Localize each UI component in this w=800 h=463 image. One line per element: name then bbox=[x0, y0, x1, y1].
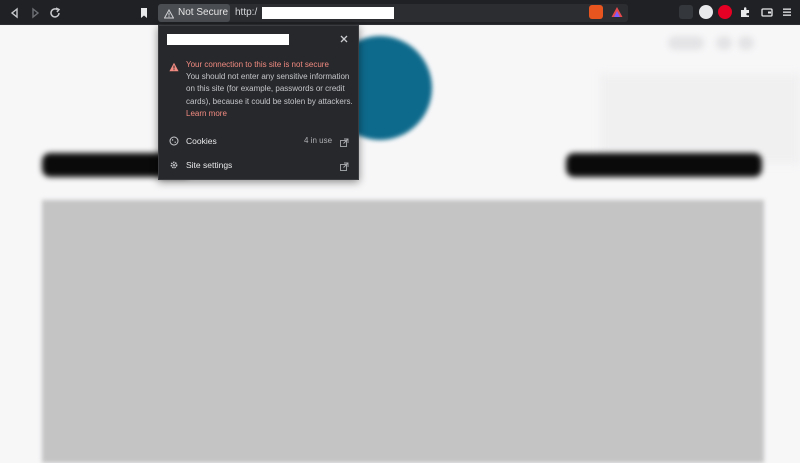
page-content bbox=[0, 26, 800, 463]
cookies-count: 4 in use bbox=[304, 136, 333, 145]
bookmark-icon[interactable] bbox=[137, 6, 151, 20]
security-chip[interactable]: Not Secure bbox=[158, 4, 230, 22]
screen-capture-icon[interactable] bbox=[679, 5, 693, 19]
blurred-header-element bbox=[668, 36, 704, 50]
url-text: http:/ bbox=[235, 7, 258, 18]
pinterest-icon[interactable] bbox=[718, 5, 732, 19]
reload-icon[interactable] bbox=[48, 6, 62, 20]
connection-warning-body: You should not enter any sensitive infor… bbox=[186, 71, 354, 120]
blurred-content-block bbox=[42, 200, 764, 463]
grammarly-icon[interactable] bbox=[699, 5, 713, 19]
blurred-header-element bbox=[716, 36, 732, 50]
extensions-puzzle-icon[interactable] bbox=[738, 5, 752, 19]
gear-icon bbox=[169, 160, 179, 170]
back-icon[interactable] bbox=[8, 6, 22, 20]
blurred-side-panel bbox=[600, 74, 800, 164]
address-bar[interactable]: Not Secure http:/ bbox=[158, 4, 628, 22]
browser-toolbar: Not Secure http:/ bbox=[0, 0, 800, 25]
cookies-label: Cookies bbox=[186, 136, 217, 146]
close-icon[interactable] bbox=[337, 32, 351, 46]
open-external-icon[interactable] bbox=[339, 159, 349, 171]
brave-rewards-icon[interactable] bbox=[610, 5, 624, 19]
site-settings-row[interactable]: Site settings bbox=[159, 155, 358, 177]
site-settings-label: Site settings bbox=[186, 160, 233, 170]
open-external-icon[interactable] bbox=[339, 135, 349, 147]
warning-body-text: You should not enter any sensitive infor… bbox=[186, 72, 353, 106]
security-chip-label: Not Secure bbox=[178, 7, 229, 18]
menu-icon[interactable] bbox=[780, 5, 794, 19]
cookies-row[interactable]: Cookies 4 in use bbox=[159, 131, 358, 153]
forward-icon[interactable] bbox=[28, 6, 42, 20]
cookie-icon bbox=[169, 136, 179, 146]
learn-more-link[interactable]: Learn more bbox=[186, 109, 227, 118]
brave-shields-icon[interactable] bbox=[589, 5, 603, 19]
url-redaction bbox=[262, 7, 394, 19]
site-name-redaction bbox=[167, 34, 289, 45]
wallet-icon[interactable] bbox=[760, 5, 774, 19]
site-info-popup: Your connection to this site is not secu… bbox=[158, 25, 359, 180]
warning-triangle-icon bbox=[163, 8, 175, 19]
blurred-header-element bbox=[738, 36, 754, 50]
connection-warning-title: Your connection to this site is not secu… bbox=[186, 60, 329, 69]
warning-triangle-icon bbox=[169, 59, 179, 72]
blurred-nav-bar-right bbox=[566, 153, 762, 177]
